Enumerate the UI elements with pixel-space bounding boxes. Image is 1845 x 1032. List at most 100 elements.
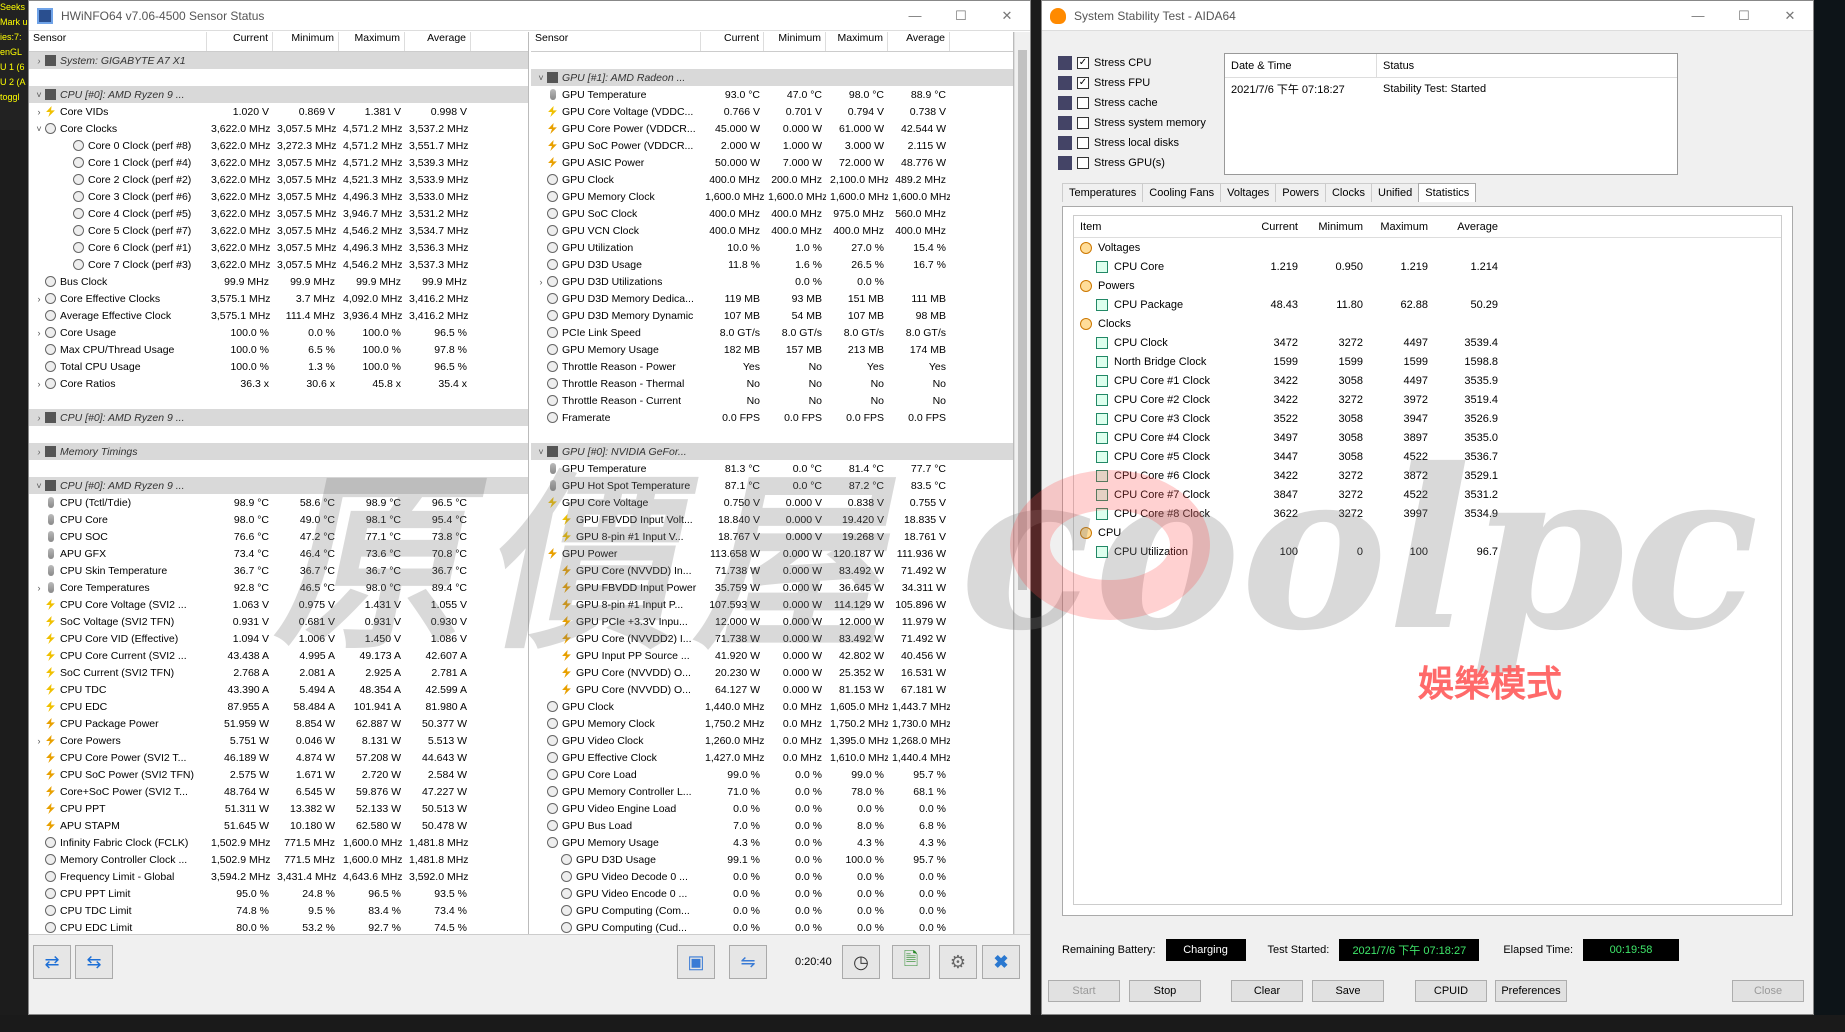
collapse-chevron-icon[interactable]: ˅ [535,73,547,83]
sensor-row[interactable]: CPU SoC Power (SVI2 TFN) 2.575 W 1.671 W 2.… [29,766,528,783]
sensor-row[interactable]: GPU D3D Usage 99.1 % 0.0 % 100.0 % 95.7 % [531,851,1013,868]
sensor-row[interactable]: CPU EDC Limit 80.0 % 53.2 % 92.7 % 74.5 % [29,919,528,934]
sensor-row[interactable]: CPU PPT Limit 95.0 % 24.8 % 96.5 % 93.5 % [29,885,528,902]
maximize-button[interactable]: ☐ [938,8,984,24]
tab-statistics[interactable]: Statistics [1418,183,1477,202]
sensor-row[interactable]: CPU Package Power 51.959 W 8.854 W 62.887 W… [29,715,528,732]
column-header-current[interactable]: Current [207,32,273,51]
sensor-row[interactable]: Frequency Limit - Global 3,594.2 MHz 3,431… [29,868,528,885]
vertical-scrollbar[interactable] [1014,32,1030,934]
sensor-row[interactable]: Average Effective Clock 3,575.1 MHz 111.4 … [29,307,528,324]
stress-option[interactable]: Stress GPU(s) [1058,153,1206,173]
checkbox[interactable] [1077,117,1089,129]
sensor-row[interactable]: GPU Core (NVVDD2) I... 71.738 W 0.000 W 83.… [531,630,1013,647]
collapse-arrows-icon[interactable]: ⇄ [33,945,71,979]
sensor-row[interactable]: GPU Memory Controller L... 71.0 % 0.0 % 78.… [531,783,1013,800]
sensor-row[interactable]: CPU EDC 87.955 A 58.484 A 101.941 A 81.980 A [29,698,528,715]
sensor-row[interactable]: GPU Core (NVVDD) In... 71.738 W 0.000 W 83.… [531,562,1013,579]
sensor-row[interactable]: GPU SoC Clock 400.0 MHz 400.0 MHz 975.0 MHz… [531,205,1013,222]
collapse-chevron-icon[interactable]: ˅ [33,124,45,134]
sensor-row[interactable]: › Core Temperatures 92.8 °C 46.5 °C 98.0 °C 8… [29,579,528,596]
sensor-row[interactable]: GPU Video Engine Load 0.0 % 0.0 % 0.0 % 0.0 … [531,800,1013,817]
sensor-row[interactable]: Throttle Reason - Current No No No No [531,392,1013,409]
sensor-row[interactable]: GPU Core Voltage 0.750 V 0.000 V 0.838 V 0.7… [531,494,1013,511]
sensor-row[interactable]: GPU SoC Power (VDDCR... 2.000 W 1.000 W 3.0… [531,137,1013,154]
sensor-row[interactable]: Core 5 Clock (perf #7) 3,622.0 MHz 3,057.5… [29,222,528,239]
clear-button[interactable]: Clear [1231,980,1303,1002]
sensor-row[interactable]: Infinity Fabric Clock (FCLK) 1,502.9 MHz 7… [29,834,528,851]
sensor-group-row[interactable]: › System: GIGABYTE A7 X1 [29,52,528,69]
sensor-row[interactable]: Core 7 Clock (perf #3) 3,622.0 MHz 3,057.5… [29,256,528,273]
sensor-row[interactable]: GPU ASIC Power 50.000 W 7.000 W 72.000 W 48.… [531,154,1013,171]
expand-chevron-icon[interactable]: › [33,447,45,457]
checkbox[interactable] [1077,97,1089,109]
network-report-icon[interactable]: ▣ [677,945,715,979]
save-button[interactable]: Save [1312,980,1384,1002]
sensor-row[interactable]: GPU VCN Clock 400.0 MHz 400.0 MHz 400.0 MHz… [531,222,1013,239]
sensor-row[interactable]: GPU Memory Clock 1,600.0 MHz 1,600.0 MHz 1,… [531,188,1013,205]
sensor-row[interactable]: Core+SoC Power (SVI2 T... 48.764 W 6.545 W… [29,783,528,800]
sensor-row[interactable]: ˅ Core Clocks 3,622.0 MHz 3,057.5 MHz 4,571.… [29,120,528,137]
network-icon[interactable]: ⇋ [729,945,767,979]
collapse-chevron-icon[interactable]: ˅ [535,447,547,457]
sensor-pane-left[interactable]: Sensor Current Minimum Maximum Average › Syst… [29,32,529,934]
sensor-group-row[interactable]: ˅ CPU [#0]: AMD Ryzen 9 ... [29,477,528,494]
expand-chevron-icon[interactable]: › [33,413,45,423]
column-header-sensor[interactable]: Sensor [531,32,701,51]
sensor-row[interactable]: › Core VIDs 1.020 V 0.869 V 1.381 V 0.998 V [29,103,528,120]
sensor-row[interactable]: GPU Bus Load 7.0 % 0.0 % 8.0 % 6.8 % [531,817,1013,834]
sensor-row[interactable]: › Core Ratios 36.3 x 30.6 x 45.8 x 35.4 x [29,375,528,392]
sensor-row[interactable]: GPU Core Load 99.0 % 0.0 % 99.0 % 95.7 % [531,766,1013,783]
sensor-group-row[interactable]: › Memory Timings [29,443,528,460]
aida-close-action-button[interactable]: Close [1732,980,1804,1002]
aida-maximize-button[interactable]: ☐ [1721,8,1767,24]
sensor-row[interactable]: Core 3 Clock (perf #6) 3,622.0 MHz 3,057.5… [29,188,528,205]
sensor-row[interactable]: GPU Clock 1,440.0 MHz 0.0 MHz 1,605.0 MHz 1,… [531,698,1013,715]
sensor-row[interactable]: Memory Controller Clock ... 1,502.9 MHz 77… [29,851,528,868]
sensor-row[interactable]: › Core Usage 100.0 % 0.0 % 100.0 % 96.5 % [29,324,528,341]
sensor-row[interactable]: GPU FBVDD Input Power 35.759 W 0.000 W 36.6… [531,579,1013,596]
stress-option[interactable]: ✓ Stress FPU [1058,73,1206,93]
stats-header-current[interactable]: Current [1234,221,1304,233]
sensor-group-row[interactable]: ˅ CPU [#0]: AMD Ryzen 9 ... [29,86,528,103]
expand-chevron-icon[interactable]: › [33,736,45,746]
sensor-row[interactable]: GPU Core (NVVDD) O... 64.127 W 0.000 W 81.1… [531,681,1013,698]
sensor-row[interactable]: Bus Clock 99.9 MHz 99.9 MHz 99.9 MHz 99.9 MH… [29,273,528,290]
sensor-row[interactable]: GPU Clock 400.0 MHz 200.0 MHz 2,100.0 MHz 48… [531,171,1013,188]
checkbox[interactable]: ✓ [1077,57,1089,69]
sensor-row[interactable]: GPU Input PP Source ... 41.920 W 0.000 W 42… [531,647,1013,664]
sensor-row[interactable]: GPU D3D Usage 11.8 % 1.6 % 26.5 % 16.7 % [531,256,1013,273]
tab-clocks[interactable]: Clocks [1324,183,1372,202]
sensor-row[interactable]: SoC Current (SVI2 TFN) 2.768 A 2.081 A 2.92… [29,664,528,681]
column-header-sensor[interactable]: Sensor [29,32,207,51]
column-header-minimum[interactable]: Minimum [764,32,826,51]
sensor-row[interactable]: CPU Skin Temperature 36.7 °C 36.7 °C 36.7 °… [29,562,528,579]
sensor-row[interactable]: GPU Core Power (VDDCR... 45.000 W 0.000 W 6… [531,120,1013,137]
sensor-row[interactable]: Max CPU/Thread Usage 100.0 % 6.5 % 100.0 % 9… [29,341,528,358]
close-x-icon[interactable]: ✖ [982,945,1020,979]
tab-powers[interactable]: Powers [1275,183,1326,202]
expand-arrows-icon[interactable]: ⇆ [75,945,113,979]
sensor-row[interactable]: SoC Voltage (SVI2 TFN) 0.931 V 0.681 V 0.93… [29,613,528,630]
sensor-row[interactable]: CPU Core Voltage (SVI2 ... 1.063 V 0.975 V… [29,596,528,613]
sensor-row[interactable]: APU STAPM 51.645 W 10.180 W 62.580 W 50.478 … [29,817,528,834]
tab-unified[interactable]: Unified [1371,183,1420,202]
sensor-row[interactable]: Throttle Reason - Power Yes No Yes Yes [531,358,1013,375]
sensor-row[interactable]: GPU Temperature 81.3 °C 0.0 °C 81.4 °C 77.7 … [531,460,1013,477]
tab-voltages[interactable]: Voltages [1220,183,1277,202]
sensor-row[interactable]: Total CPU Usage 100.0 % 1.3 % 100.0 % 96.5 % [29,358,528,375]
expand-chevron-icon[interactable]: › [33,294,45,304]
sensor-row[interactable]: GPU Power 113.658 W 0.000 W 120.187 W 111.93… [531,545,1013,562]
checkbox[interactable] [1077,157,1089,169]
sensor-group-row[interactable]: › CPU [#0]: AMD Ryzen 9 ... [29,409,528,426]
sensor-row[interactable]: Throttle Reason - Thermal No No No No [531,375,1013,392]
sensor-row[interactable]: CPU Core 98.0 °C 49.0 °C 98.1 °C 95.4 °C [29,511,528,528]
close-button[interactable]: ✕ [984,8,1030,24]
sensor-row[interactable]: GPU Temperature 93.0 °C 47.0 °C 98.0 °C 88.9… [531,86,1013,103]
sensor-row[interactable]: GPU Core (NVVDD) O... 20.230 W 0.000 W 25.3… [531,664,1013,681]
stop-button[interactable]: Stop [1129,980,1201,1002]
sensor-row[interactable]: CPU TDC Limit 74.8 % 9.5 % 83.4 % 73.4 % [29,902,528,919]
sensor-group-row[interactable]: ˅ GPU [#0]: NVIDIA GeFor... [531,443,1013,460]
collapse-chevron-icon[interactable]: ˅ [33,90,45,100]
sensor-row[interactable]: GPU 8-pin #1 Input V... 18.767 V 0.000 V 19… [531,528,1013,545]
